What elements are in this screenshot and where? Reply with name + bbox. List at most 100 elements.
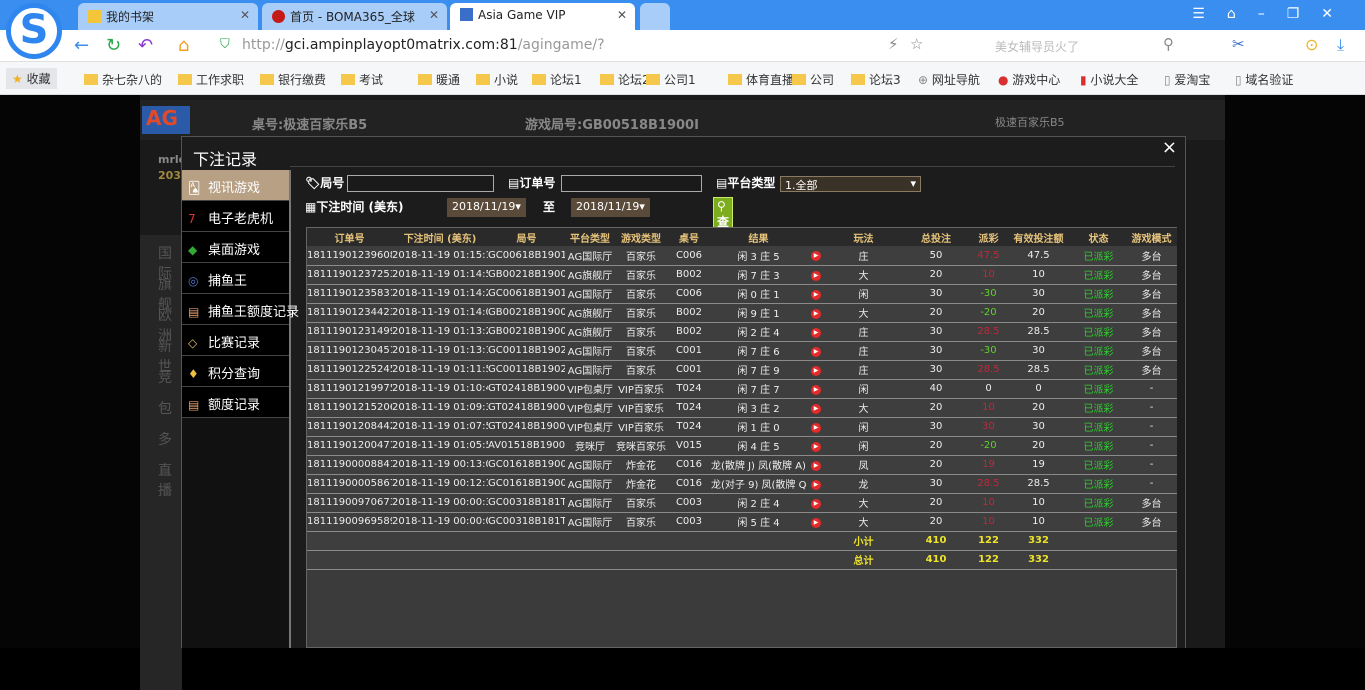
close-icon[interactable]: ×: [1162, 137, 1177, 158]
search-input[interactable]: 美女辅导员火了: [995, 38, 1079, 55]
search-icon[interactable]: ⚲: [1163, 35, 1174, 53]
bookmark-item[interactable]: 公司1: [646, 71, 696, 88]
date-from-picker[interactable]: 2018/11/19▾: [447, 198, 526, 217]
menu-item-dice[interactable]: ◆ 桌面游戏: [182, 232, 289, 263]
bookmark-item[interactable]: 杂七杂八的: [84, 71, 162, 88]
url-input[interactable]: http://gci.ampinplayopt0matrix.com:81/ag…: [242, 37, 605, 53]
bookmark-item[interactable]: 暖通: [418, 71, 460, 88]
undo-icon[interactable]: ↶: [138, 35, 153, 56]
table-row[interactable]: 1811190120844282018-11-19 01:07:57GT0241…: [307, 417, 1177, 437]
table-row[interactable]: 1811190120047172018-11-19 01:05:57AV0151…: [307, 436, 1177, 456]
cell-round-id: GT02418B19009: [488, 379, 565, 399]
window-controls[interactable]: ☰⌂–❐✕: [1192, 6, 1355, 22]
empty-cell: [667, 550, 711, 570]
round-input[interactable]: [347, 175, 494, 192]
play-replay-icon[interactable]: ▶: [811, 308, 821, 319]
table-row[interactable]: 1811190123725342018-11-19 01:14:50GB0021…: [307, 265, 1177, 285]
bookmark-item[interactable]: ● 游戏中心: [998, 71, 1060, 88]
refresh-icon[interactable]: ↻: [106, 35, 121, 56]
bookmark-item[interactable]: 论坛2: [600, 71, 650, 88]
table-row[interactable]: 1811190096958972018-11-19 00:00:02GC0031…: [307, 512, 1177, 532]
menu-item-doc[interactable]: ▤ 捕鱼王额度记录: [182, 294, 299, 325]
bookmark-item[interactable]: 银行缴费: [260, 71, 326, 88]
cell-order-id: 181119009695897: [307, 512, 392, 532]
date-to-picker[interactable]: 2018/11/19▾: [571, 198, 650, 217]
table-row[interactable]: 1811190123583142018-11-19 01:14:26GC0061…: [307, 284, 1177, 304]
star-icon[interactable]: ☆: [910, 35, 923, 53]
play-replay-icon[interactable]: ▶: [811, 289, 821, 300]
close-tab-icon[interactable]: ✕: [429, 8, 439, 22]
order-input[interactable]: [561, 175, 702, 192]
close-tab-icon[interactable]: ✕: [240, 8, 250, 22]
cell-valid-bet: 10: [1006, 512, 1071, 532]
cell-game-mode: 多台: [1126, 265, 1177, 285]
lightning-icon[interactable]: ⚡: [888, 35, 899, 53]
cell-platform: AG国际厅: [565, 512, 615, 532]
cell-total-bet: 20: [901, 493, 971, 513]
folder-icon: [600, 74, 614, 85]
menu-item-ticket[interactable]: ◇ 比赛记录: [182, 325, 289, 356]
play-replay-icon[interactable]: ▶: [811, 479, 821, 490]
back-icon[interactable]: ←: [74, 35, 89, 56]
home-icon[interactable]: ⌂: [178, 35, 189, 56]
play-replay-icon[interactable]: ▶: [811, 270, 821, 281]
play-replay-icon[interactable]: ▶: [811, 460, 821, 471]
menu-item-fish[interactable]: ◎ 捕鱼王: [182, 263, 289, 294]
play-replay-icon[interactable]: ▶: [811, 422, 821, 433]
menu-item-doc[interactable]: ▤ 额度记录: [182, 387, 289, 418]
close-tab-icon[interactable]: ✕: [617, 8, 627, 22]
bookmark-item[interactable]: 工作求职: [178, 71, 244, 88]
play-replay-icon[interactable]: ▶: [811, 327, 821, 338]
menu-item-cards[interactable]: 🂡 视讯游戏: [182, 170, 289, 201]
table-row[interactable]: 1811190000884182018-11-19 00:13:04GC0161…: [307, 455, 1177, 475]
bookmark-item[interactable]: 公司: [792, 71, 834, 88]
bookmark-item[interactable]: 小说: [476, 71, 518, 88]
secure-shield-icon: ⛉: [220, 37, 230, 52]
play-replay-icon[interactable]: ▶: [811, 403, 821, 414]
cell-bet-type: 大: [826, 512, 901, 532]
cell-result: 闲 7 庄 3: [711, 265, 806, 285]
cell-platform: AG国际厅: [565, 284, 615, 304]
bookmark-item[interactable]: ★ 收藏: [6, 68, 57, 89]
bookmark-item[interactable]: 考试: [341, 71, 383, 88]
tab-boma[interactable]: 首页 - BOMA365_全球 ✕: [262, 3, 447, 30]
platform-select[interactable]: 1.全部 ▾: [780, 176, 921, 192]
menu-item-diamond[interactable]: ♦ 积分查询: [182, 356, 289, 387]
bookmark-item[interactable]: 体育直播: [728, 71, 794, 88]
play-replay-icon[interactable]: ▶: [811, 517, 821, 528]
cell-bet-time: 2018-11-19 00:12:10: [392, 474, 488, 494]
bookmark-item[interactable]: ⊕ 网址导航: [918, 71, 980, 88]
play-replay-icon[interactable]: ▶: [811, 251, 821, 262]
table-row[interactable]: 1811190123960872018-11-19 01:15:19GC0061…: [307, 246, 1177, 266]
bookmark-item[interactable]: 论坛3: [851, 71, 901, 88]
table-row[interactable]: 1811190000586772018-11-19 00:12:10GC0161…: [307, 474, 1177, 494]
background-side-item: 包: [158, 401, 172, 417]
more-icon[interactable]: ⊙: [1305, 35, 1318, 54]
menu-item-slot[interactable]: 7 电子老虎机: [182, 201, 289, 232]
play-replay-icon[interactable]: ▶: [811, 498, 821, 509]
table-row[interactable]: 1811190123149982018-11-19 01:13:25GB0021…: [307, 322, 1177, 342]
cell-game-mode: -: [1126, 379, 1177, 399]
table-row[interactable]: 1811190121997572018-11-19 01:10:43GT0241…: [307, 379, 1177, 399]
play-replay-icon[interactable]: ▶: [811, 384, 821, 395]
play-replay-icon[interactable]: ▶: [811, 365, 821, 376]
cell-round-id: GC00318B181T4: [488, 512, 565, 532]
cell-payout: 10: [971, 493, 1006, 513]
table-row[interactable]: 1811190123045122018-11-19 01:13:13GC0011…: [307, 341, 1177, 361]
play-replay-icon[interactable]: ▶: [811, 346, 821, 357]
bookmark-item[interactable]: ▮ 小说大全: [1080, 71, 1138, 88]
tab-asia-game[interactable]: Asia Game VIP ✕: [450, 3, 635, 30]
download-icon[interactable]: ⤓: [1337, 35, 1344, 55]
bookmark-item[interactable]: 论坛1: [532, 71, 582, 88]
bookmark-item[interactable]: ▯ 爱淘宝: [1164, 71, 1210, 88]
table-row[interactable]: 1811190123442312018-11-19 01:14:09GB0021…: [307, 303, 1177, 323]
tab-bookshelf[interactable]: 我的书架 ✕: [78, 3, 258, 30]
table-row[interactable]: 1811190122524592018-11-19 01:11:53GC0011…: [307, 360, 1177, 380]
play-replay-icon[interactable]: ▶: [811, 441, 821, 452]
table-row[interactable]: 1811190121520662018-11-19 01:09:34GT0241…: [307, 398, 1177, 418]
background-sidebar: 国际 旗舰 欧洲 新世竞包多直播: [140, 235, 182, 690]
new-tab-button[interactable]: [640, 3, 670, 30]
bookmark-item[interactable]: ▯ 域名验证: [1235, 71, 1293, 88]
table-row[interactable]: 1811190097067392018-11-19 00:00:30GC0031…: [307, 493, 1177, 513]
scissors-icon[interactable]: ✂: [1232, 35, 1245, 53]
